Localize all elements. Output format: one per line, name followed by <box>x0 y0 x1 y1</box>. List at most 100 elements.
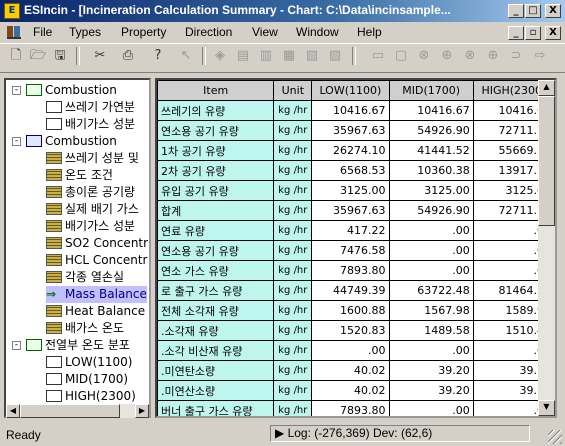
tree-item[interactable]: 쓰레기 성분 및 <box>46 150 139 167</box>
menu-view[interactable]: View <box>252 25 278 39</box>
value-cell[interactable]: 10360.38 <box>388 160 474 181</box>
menu-help[interactable]: Help <box>357 25 382 39</box>
table-row[interactable]: 연소용 공기 유량 kg /hr 35967.63 54926.90 72711.74 <box>157 120 555 141</box>
value-cell[interactable]: 1567.98 <box>388 300 474 321</box>
pointer-icon[interactable]: ↖ <box>176 46 196 66</box>
tree-item[interactable]: 배기가스 성분 <box>46 116 135 133</box>
tree-item[interactable]: 쓰레기 가연분 <box>46 99 135 116</box>
value-cell[interactable]: 54926.90 <box>388 200 474 221</box>
item-cell[interactable]: 버너 출구 가스 유량 <box>157 400 275 416</box>
open-folder-icon[interactable]: 🗁 <box>28 46 48 66</box>
scroll-up-icon[interactable]: ▲ <box>538 80 555 96</box>
menu-direction[interactable]: Direction <box>185 25 232 39</box>
tree-item[interactable]: ⇒ Mass Balance <box>46 286 147 303</box>
unit-cell[interactable]: kg /hr <box>273 240 313 261</box>
value-cell[interactable]: 1489.58 <box>388 320 474 341</box>
item-cell[interactable]: .미연산소량 <box>157 380 275 401</box>
value-cell[interactable]: 417.22 <box>311 220 390 241</box>
tree-item[interactable]: Heat Balance <box>46 303 145 320</box>
value-cell[interactable]: 1520.83 <box>311 320 390 341</box>
item-cell[interactable]: 유입 공기 유량 <box>157 180 275 201</box>
table-row[interactable]: .미연산소량 kg /hr 40.02 39.20 39.75 <box>157 380 555 401</box>
table-row[interactable]: 1차 공기 유량 kg /hr 26274.10 41441.52 55669.39 <box>157 140 555 161</box>
menu-file[interactable]: File <box>33 25 52 39</box>
value-cell[interactable]: 35967.63 <box>311 200 390 221</box>
unit-cell[interactable]: kg /hr <box>273 140 313 161</box>
tree-item[interactable]: 각종 열손실 <box>46 269 124 286</box>
table-row[interactable]: 로 출구 가스 유량 kg /hr 44749.39 63722.48 81464.56 <box>157 280 555 301</box>
help-icon[interactable]: ? <box>148 46 168 66</box>
value-cell[interactable]: .00 <box>388 240 474 261</box>
unit-cell[interactable]: kg /hr <box>273 280 313 301</box>
item-cell[interactable]: 전체 소각재 유량 <box>157 300 275 321</box>
tree-item[interactable]: Combustion <box>26 133 117 150</box>
maximize-button[interactable]: □ <box>525 4 541 18</box>
item-cell[interactable]: 연소 가스 유량 <box>157 260 275 281</box>
table-row[interactable]: 버너 출구 가스 유량kg /hr7893.80.00.00 <box>157 400 555 416</box>
table-row[interactable]: .소각재 유량 kg /hr 1520.83 1489.58 1510.42 <box>157 320 555 341</box>
column-header[interactable]: LOW(1100) <box>311 80 390 101</box>
value-cell[interactable]: 26274.10 <box>311 140 390 161</box>
tool-icon[interactable]: ⊗ <box>460 46 480 66</box>
unit-cell[interactable]: kg /hr <box>273 400 313 416</box>
value-cell[interactable]: 3125.00 <box>388 180 474 201</box>
value-cell[interactable]: 35967.63 <box>311 120 390 141</box>
item-cell[interactable]: 쓰레기의 유량 <box>157 100 275 121</box>
value-cell[interactable]: 44749.39 <box>311 280 390 301</box>
summary-grid[interactable]: Item Unit LOW(1100) MID(1700) HIGH(2300) 쓰레기… <box>155 78 557 418</box>
column-header[interactable]: Item <box>157 80 275 101</box>
tree-item[interactable]: 총이론 공기량 <box>46 184 135 201</box>
value-cell[interactable]: 7893.80 <box>311 260 390 281</box>
value-cell[interactable]: 1600.88 <box>311 300 390 321</box>
table-row[interactable]: 유입 공기 유량 kg /hr 3125.00 3125.00 3125.00 <box>157 180 555 201</box>
value-cell[interactable]: 7893.80 <box>311 400 390 416</box>
tool-icon[interactable]: ▧ <box>302 46 322 66</box>
tree-item[interactable]: LOW(1100) <box>46 354 132 371</box>
tree-horizontal-scrollbar[interactable]: ◀ ▶ <box>6 404 149 418</box>
value-cell[interactable]: 63722.48 <box>388 280 474 301</box>
table-row[interactable]: 연소 가스 유량kg /hr7893.80.00.00 <box>157 260 555 281</box>
item-cell[interactable]: 1차 공기 유량 <box>157 140 275 161</box>
mdi-restore-button[interactable]: ▫ <box>525 26 541 40</box>
tool-icon[interactable]: ▭ <box>368 46 388 66</box>
tree-item[interactable]: MID(1700) <box>46 371 128 388</box>
tree-item[interactable]: 배가스 온도 <box>46 320 124 337</box>
column-header[interactable]: MID(1700) <box>388 80 474 101</box>
tree-collapse-icon[interactable]: - <box>12 86 21 95</box>
unit-cell[interactable]: kg /hr <box>273 160 313 181</box>
minimize-button[interactable]: _ <box>508 4 524 18</box>
scrollbar-thumb[interactable] <box>538 96 555 226</box>
tree-item[interactable]: 전열부 온도 분포 <box>26 337 130 354</box>
scroll-right-icon[interactable]: ▶ <box>135 404 149 418</box>
value-cell[interactable]: .00 <box>388 220 474 241</box>
unit-cell[interactable]: kg /hr <box>273 360 313 381</box>
tree-item[interactable]: 온도 조건 <box>46 167 113 184</box>
mdi-minimize-button[interactable]: _ <box>508 26 524 40</box>
tool-icon[interactable]: ⇨ <box>530 46 550 66</box>
value-cell[interactable]: 54926.90 <box>388 120 474 141</box>
tree-view[interactable]: - Combustion 쓰레기 가연분 배기가스 성분 - Combustion 쓰레기 … <box>4 78 151 418</box>
print-icon[interactable]: ⎙ <box>118 46 138 66</box>
scroll-left-icon[interactable]: ◀ <box>6 404 20 418</box>
item-cell[interactable]: .소각재 유량 <box>157 320 275 341</box>
item-cell[interactable]: .미연탄소량 <box>157 360 275 381</box>
item-cell[interactable]: 연료 유량 <box>157 220 275 241</box>
tool-icon[interactable]: ⊕ <box>437 46 457 66</box>
value-cell[interactable]: .00 <box>311 340 390 361</box>
tool-icon[interactable]: ▤ <box>233 46 253 66</box>
value-cell[interactable]: 7476.58 <box>311 240 390 261</box>
tool-icon[interactable]: ▥ <box>256 46 276 66</box>
new-file-icon[interactable]: 🗋 <box>6 46 26 66</box>
unit-cell[interactable]: kg /hr <box>273 100 313 121</box>
menu-window[interactable]: Window <box>296 25 339 39</box>
value-cell[interactable]: 10416.67 <box>311 100 390 121</box>
table-row[interactable]: 연료 유량kg /hr417.22.00.00 <box>157 220 555 241</box>
value-cell[interactable]: 41441.52 <box>388 140 474 161</box>
value-cell[interactable]: 40.02 <box>311 380 390 401</box>
column-header[interactable]: Unit <box>273 80 313 101</box>
tree-item[interactable]: HIGH(2300) <box>46 388 136 405</box>
menu-types[interactable]: Types <box>69 25 101 39</box>
value-cell[interactable]: 40.02 <box>311 360 390 381</box>
unit-cell[interactable]: kg /hr <box>273 220 313 241</box>
table-row[interactable]: 합계 kg /hr 35967.63 54926.90 72711.74 <box>157 200 555 221</box>
